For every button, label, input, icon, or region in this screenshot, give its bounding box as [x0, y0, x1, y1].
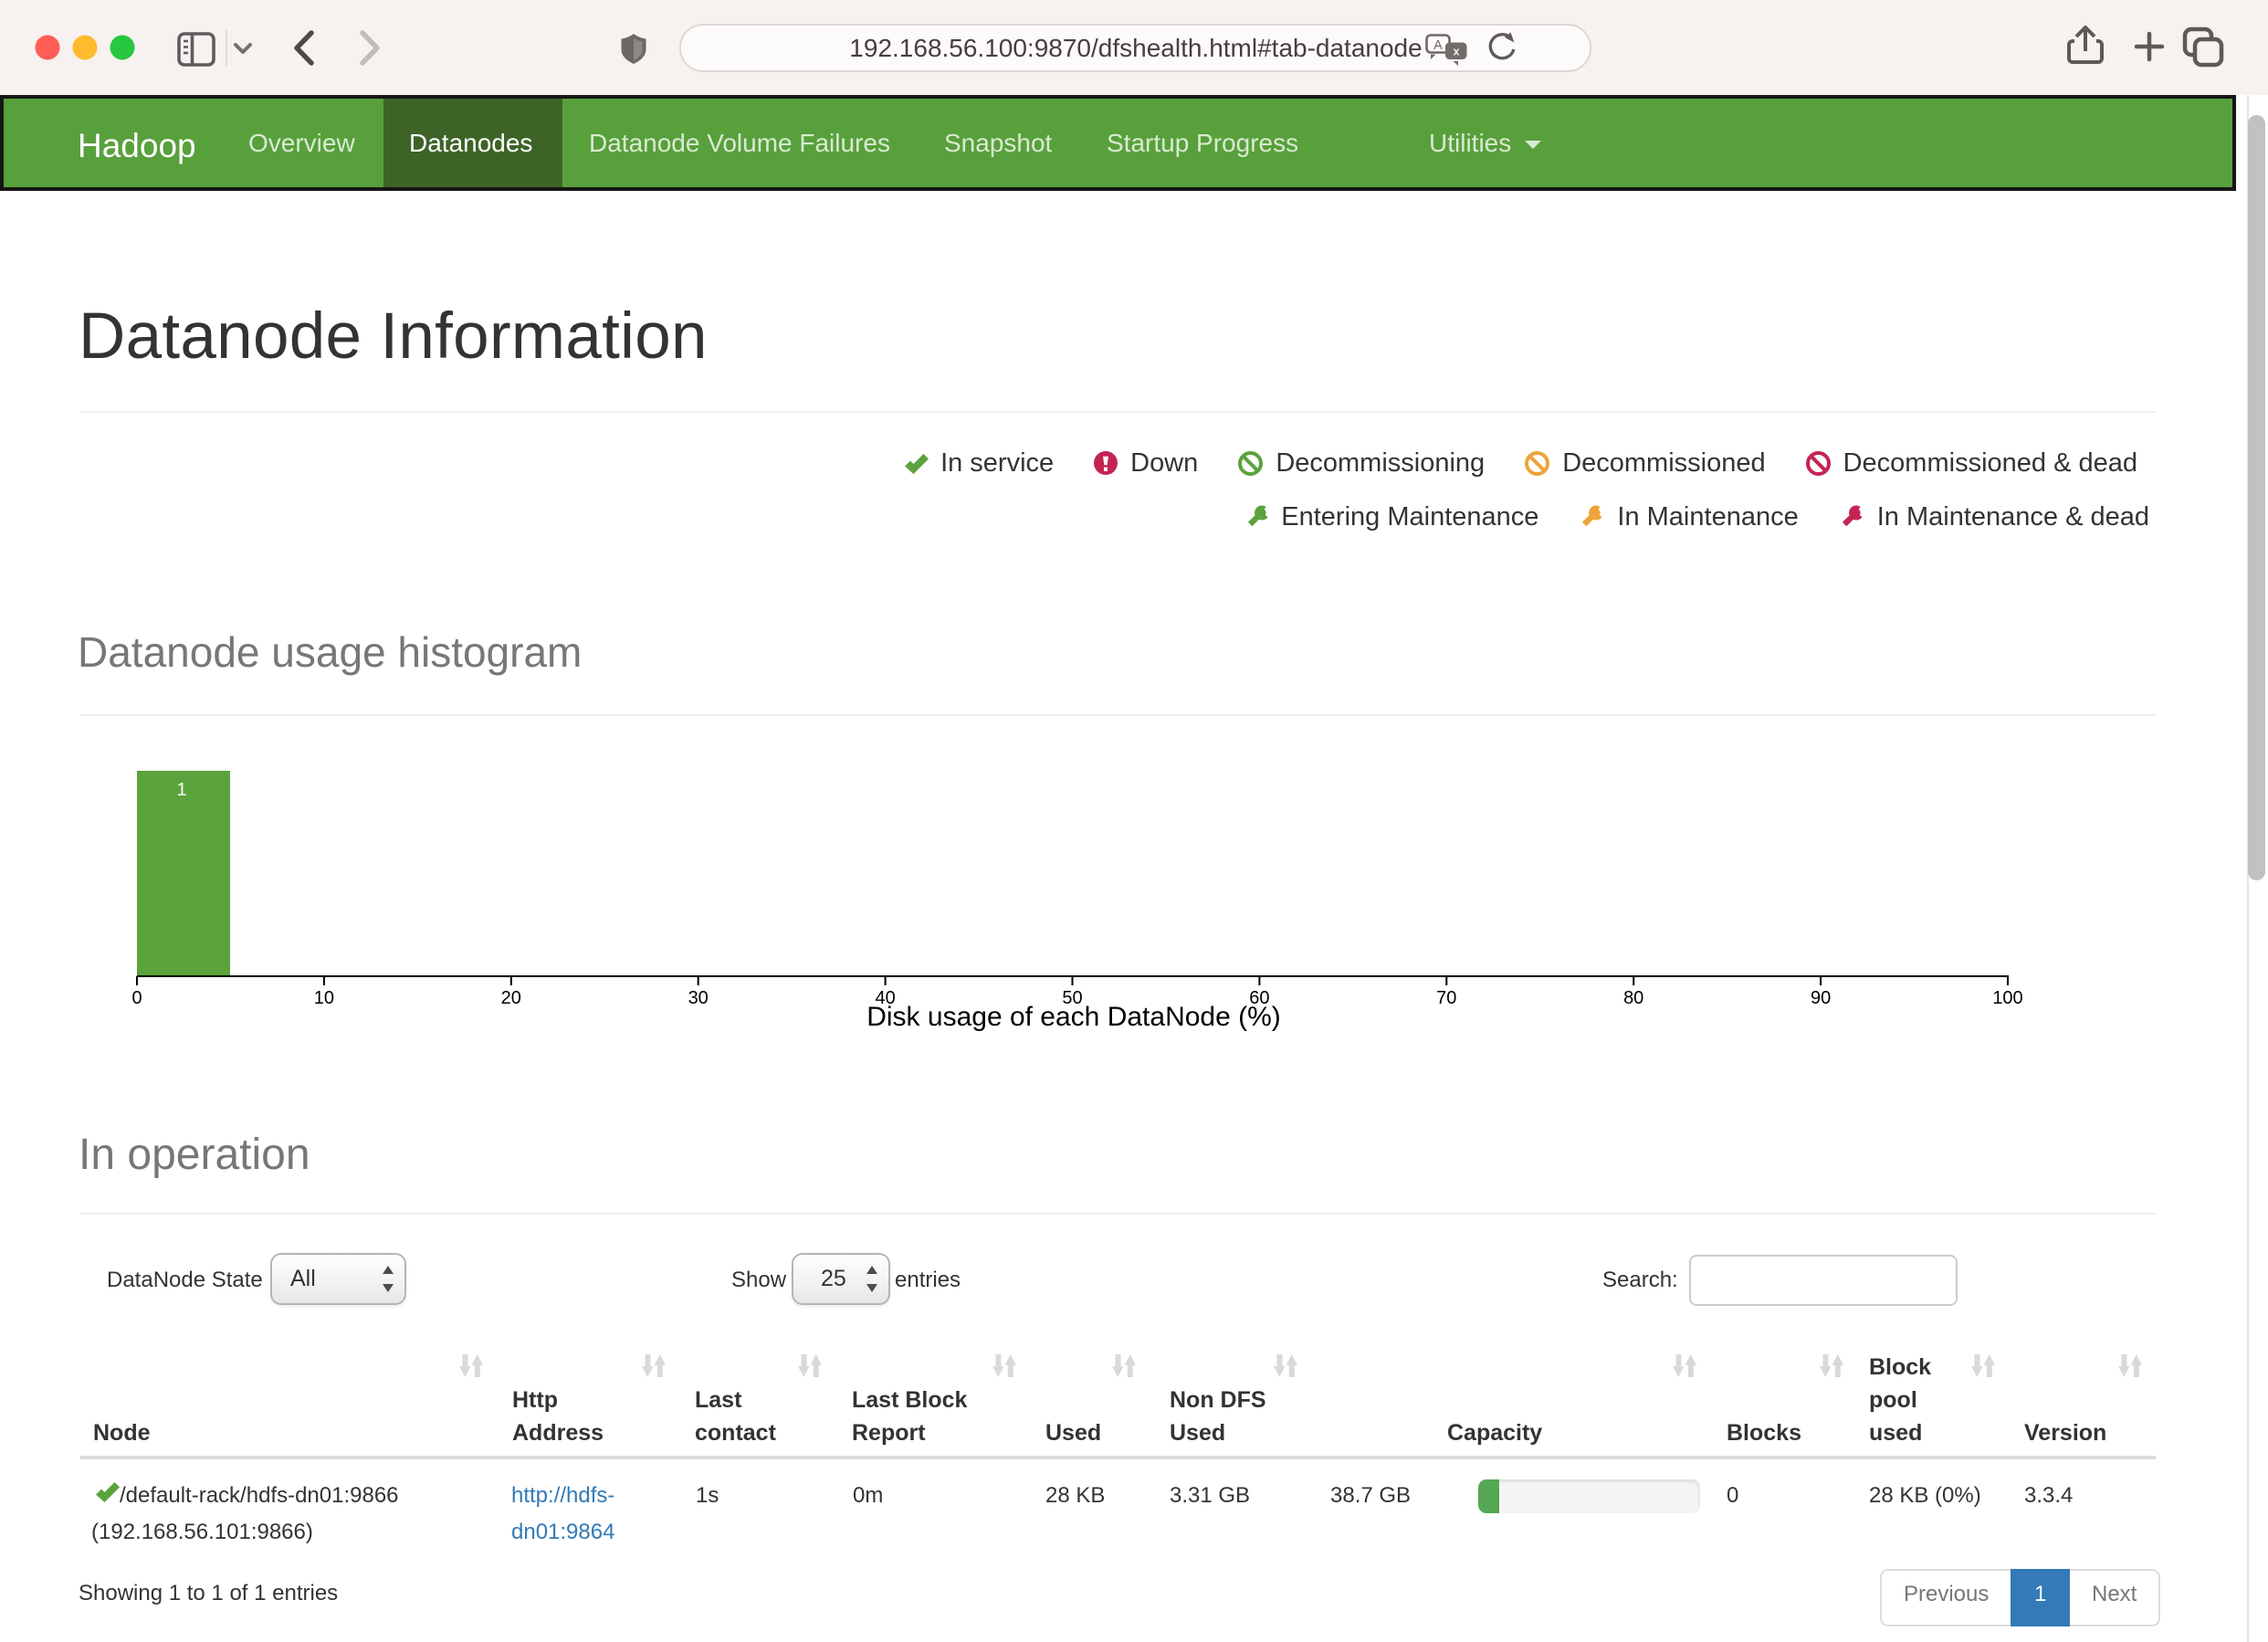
svg-text:Disk usage of each DataNode (%: Disk usage of each DataNode (%) — [866, 1002, 1281, 1032]
svg-text:30: 30 — [688, 988, 709, 1008]
svg-text:100: 100 — [1992, 988, 2022, 1008]
svg-text:20: 20 — [501, 988, 521, 1008]
svg-text:90: 90 — [1811, 988, 1831, 1008]
svg-text:x: x — [1454, 46, 1460, 58]
svg-text:0: 0 — [131, 988, 142, 1008]
svg-text:80: 80 — [1623, 988, 1643, 1008]
svg-text:A: A — [1433, 38, 1443, 53]
svg-text:10: 10 — [314, 988, 334, 1008]
svg-text:1: 1 — [176, 780, 186, 800]
svg-text:70: 70 — [1436, 988, 1456, 1008]
